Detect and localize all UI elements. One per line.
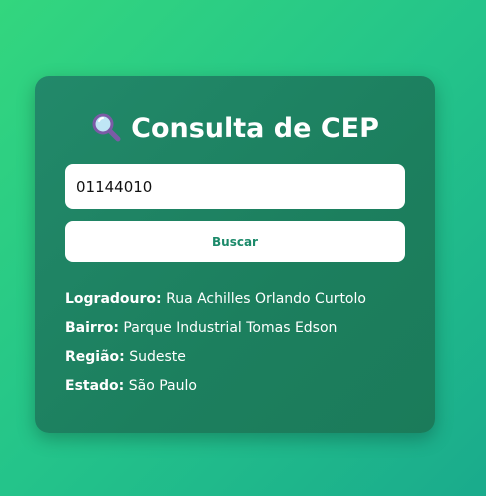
page-title: Consulta de CEP [65,76,405,148]
estado-label: Estado: [65,378,125,394]
cep-card: Consulta de CEP Buscar Logradouro: Rua A… [35,76,435,433]
result-logradouro: Logradouro: Rua Achilles Orlando Curtolo [65,289,405,318]
result-panel: Logradouro: Rua Achilles Orlando Curtolo… [65,289,405,405]
estado-value: São Paulo [128,378,197,394]
result-bairro: Bairro: Parque Industrial Tomas Edson [65,318,405,347]
regiao-label: Região: [65,349,125,365]
result-regiao: Região: Sudeste [65,347,405,376]
search-button[interactable]: Buscar [65,221,405,262]
result-estado: Estado: São Paulo [65,376,405,405]
magnifying-glass-icon [92,113,121,142]
cep-input[interactable] [65,164,405,209]
logradouro-value: Rua Achilles Orlando Curtolo [166,291,366,307]
logradouro-label: Logradouro: [65,291,162,307]
bairro-value: Parque Industrial Tomas Edson [123,320,338,336]
bairro-label: Bairro: [65,320,119,336]
title-text: Consulta de CEP [131,113,379,144]
regiao-value: Sudeste [129,349,186,365]
